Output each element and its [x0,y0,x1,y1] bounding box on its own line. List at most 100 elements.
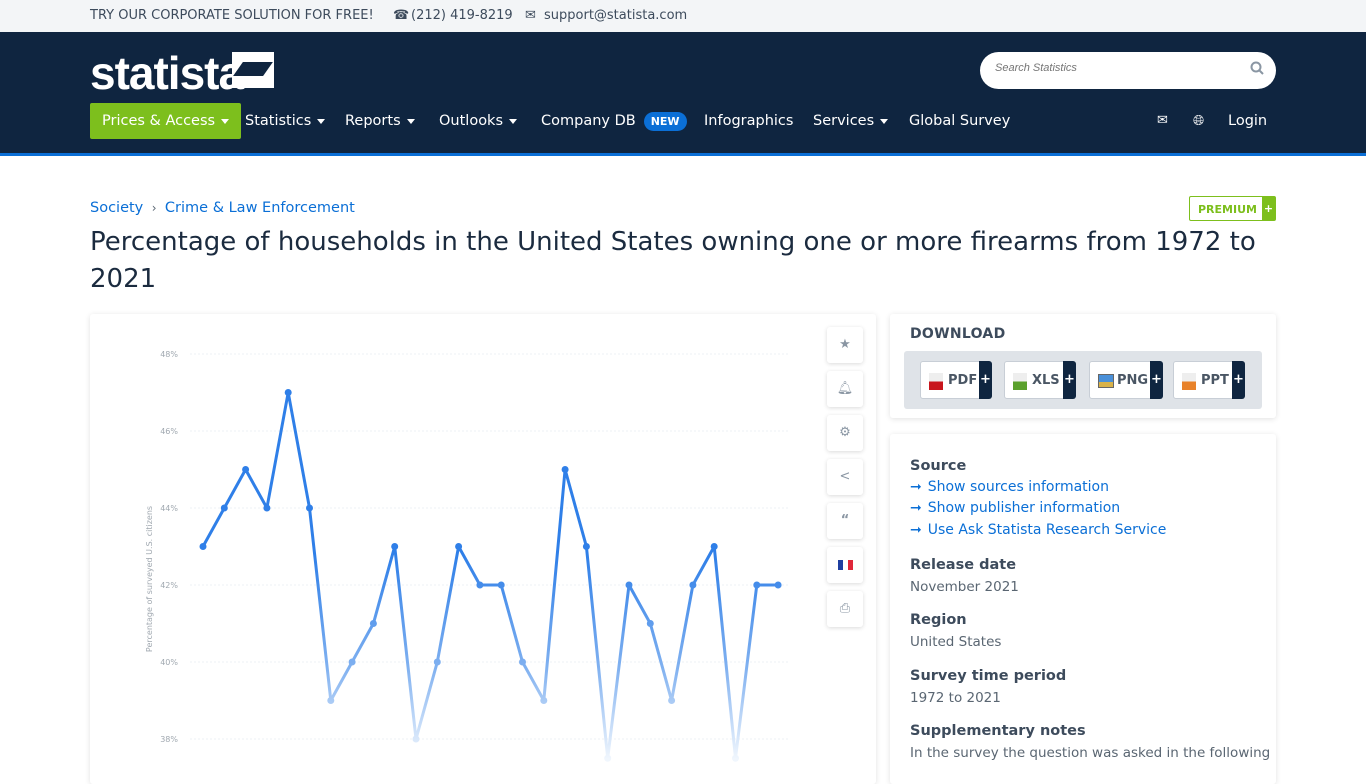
data-point[interactable] [710,543,718,550]
data-point[interactable] [263,504,271,512]
premium-badge[interactable]: PREMIUM + [1189,196,1276,221]
region-value: United States [910,634,1002,650]
premium-label: PREMIUM [1198,203,1257,216]
label: PNG [1117,373,1149,388]
data-point[interactable] [220,504,228,512]
ask-statista-link[interactable]: ➞ Use Ask Statista Research Service [910,522,1166,538]
statista-logo[interactable]: statista [90,46,244,100]
data-point[interactable] [476,581,484,589]
label: PPT [1201,373,1229,388]
y-tick-label: 42% [160,581,178,590]
data-point[interactable] [561,466,569,473]
download-png-button[interactable]: PNG + [1089,361,1163,399]
data-point[interactable] [604,754,612,762]
nav-label: Statistics [245,113,312,129]
link-label: Show sources information [927,479,1109,495]
data-point[interactable] [391,543,399,550]
region-heading: Region [910,612,967,628]
plus-icon: + [1150,361,1163,399]
search-box[interactable] [980,52,1276,89]
supplementary-notes-heading: Supplementary notes [910,723,1086,739]
survey-period-value: 1972 to 2021 [910,690,1001,706]
download-xls-button[interactable]: XLS + [1004,361,1076,399]
data-point[interactable] [433,658,441,666]
line-chart: Percentage of surveyed U.S. citizens 48%… [145,350,788,762]
data-point[interactable] [753,581,761,589]
search-icon[interactable] [1250,61,1264,75]
search-input[interactable] [995,62,1235,74]
mail-icon[interactable]: ✉ [1157,103,1168,139]
print-button[interactable]: ⎙ [827,591,863,627]
data-point[interactable] [369,620,377,627]
release-date-value: November 2021 [910,579,1019,595]
header: statista Prices & Access Statistics Repo… [0,32,1366,156]
support-email[interactable]: support@statista.com [544,8,687,23]
nav-outlooks[interactable]: Outlooks [439,103,518,139]
nav-label: Company DB [541,113,636,129]
statistic-details-card: Source ➞ Show sources information ➞ Show p… [890,434,1276,784]
data-point[interactable] [689,581,697,589]
share-button[interactable]: < [827,459,863,495]
data-point[interactable] [732,754,739,762]
arrow-right-icon: ➞ [910,522,922,538]
download-pdf-button[interactable]: PDF + [920,361,992,399]
pdf-file-icon [929,373,943,390]
download-buttons: PDF + XLS + PNG + PPT + [904,351,1262,409]
nav-global-survey[interactable]: Global Survey [909,103,1010,139]
settings-gear-button[interactable]: ⚙ [827,415,863,451]
link-label: Use Ask Statista Research Service [927,522,1167,538]
language-french-flag-button[interactable] [827,547,863,583]
nav-services[interactable]: Services [813,103,889,139]
data-point[interactable] [348,658,356,666]
nav-statistics[interactable]: Statistics [245,103,326,139]
nav-reports[interactable]: Reports [345,103,415,139]
data-point[interactable] [284,389,292,396]
release-date-heading: Release date [910,557,1017,573]
login-link[interactable]: Login [1228,103,1267,139]
data-point[interactable] [540,697,548,704]
download-title: DOWNLOAD [910,326,1006,342]
y-axis-label: Percentage of surveyed U.S. citizens [145,506,154,652]
data-point[interactable] [199,543,207,550]
data-point[interactable] [242,466,250,473]
data-point[interactable] [582,543,590,550]
breadcrumb-crime[interactable]: Crime & Law Enforcement [165,200,355,216]
breadcrumb-society[interactable]: Society [90,200,143,216]
plus-icon: + [1262,197,1275,220]
top-bar: TRY OUR CORPORATE SOLUTION FOR FREE! ☎ (… [0,0,1366,32]
data-point[interactable] [774,581,782,589]
corporate-promo-link[interactable]: TRY OUR CORPORATE SOLUTION FOR FREE! [90,8,374,23]
favorite-star-button[interactable]: ★ [827,327,863,363]
data-point[interactable] [327,697,335,704]
data-point[interactable] [668,697,676,704]
phone-number[interactable]: (212) 419-8219 [411,8,513,23]
data-point[interactable] [306,504,313,512]
survey-period-heading: Survey time period [910,668,1067,684]
label: PDF [948,373,978,388]
data-point[interactable] [625,581,633,589]
png-image-icon [1098,374,1114,388]
nav-prices-access[interactable]: Prices & Access [90,103,242,139]
data-point[interactable] [519,658,526,666]
show-publisher-link[interactable]: ➞ Show publisher information [910,500,1120,516]
show-sources-link[interactable]: ➞ Show sources information [910,479,1109,495]
data-point[interactable] [646,620,654,627]
nav-infographics[interactable]: Infographics [704,103,793,139]
source-heading: Source [910,458,967,474]
notification-bell-button[interactable]: 🔔︎ [827,371,863,407]
download-ppt-button[interactable]: PPT + [1173,361,1245,399]
link-label: Show publisher information [927,500,1121,516]
phone-icon: ☎ [393,8,410,23]
nav-company-db[interactable]: Company DB NEW [541,103,687,139]
data-point[interactable] [455,543,463,550]
data-point[interactable] [497,581,505,589]
chart-card: Percentage of surveyed U.S. citizens 48%… [90,314,876,784]
nav-label: Reports [345,113,401,129]
globe-icon[interactable]: 🌐︎ [1193,103,1204,139]
page-title: Percentage of households in the United S… [90,227,1256,294]
citation-quote-button[interactable]: “ [827,503,863,539]
nav-label: Infographics [704,113,794,129]
data-point[interactable] [412,735,420,743]
series-line [201,391,779,760]
mail-icon: ✉ [525,8,536,23]
